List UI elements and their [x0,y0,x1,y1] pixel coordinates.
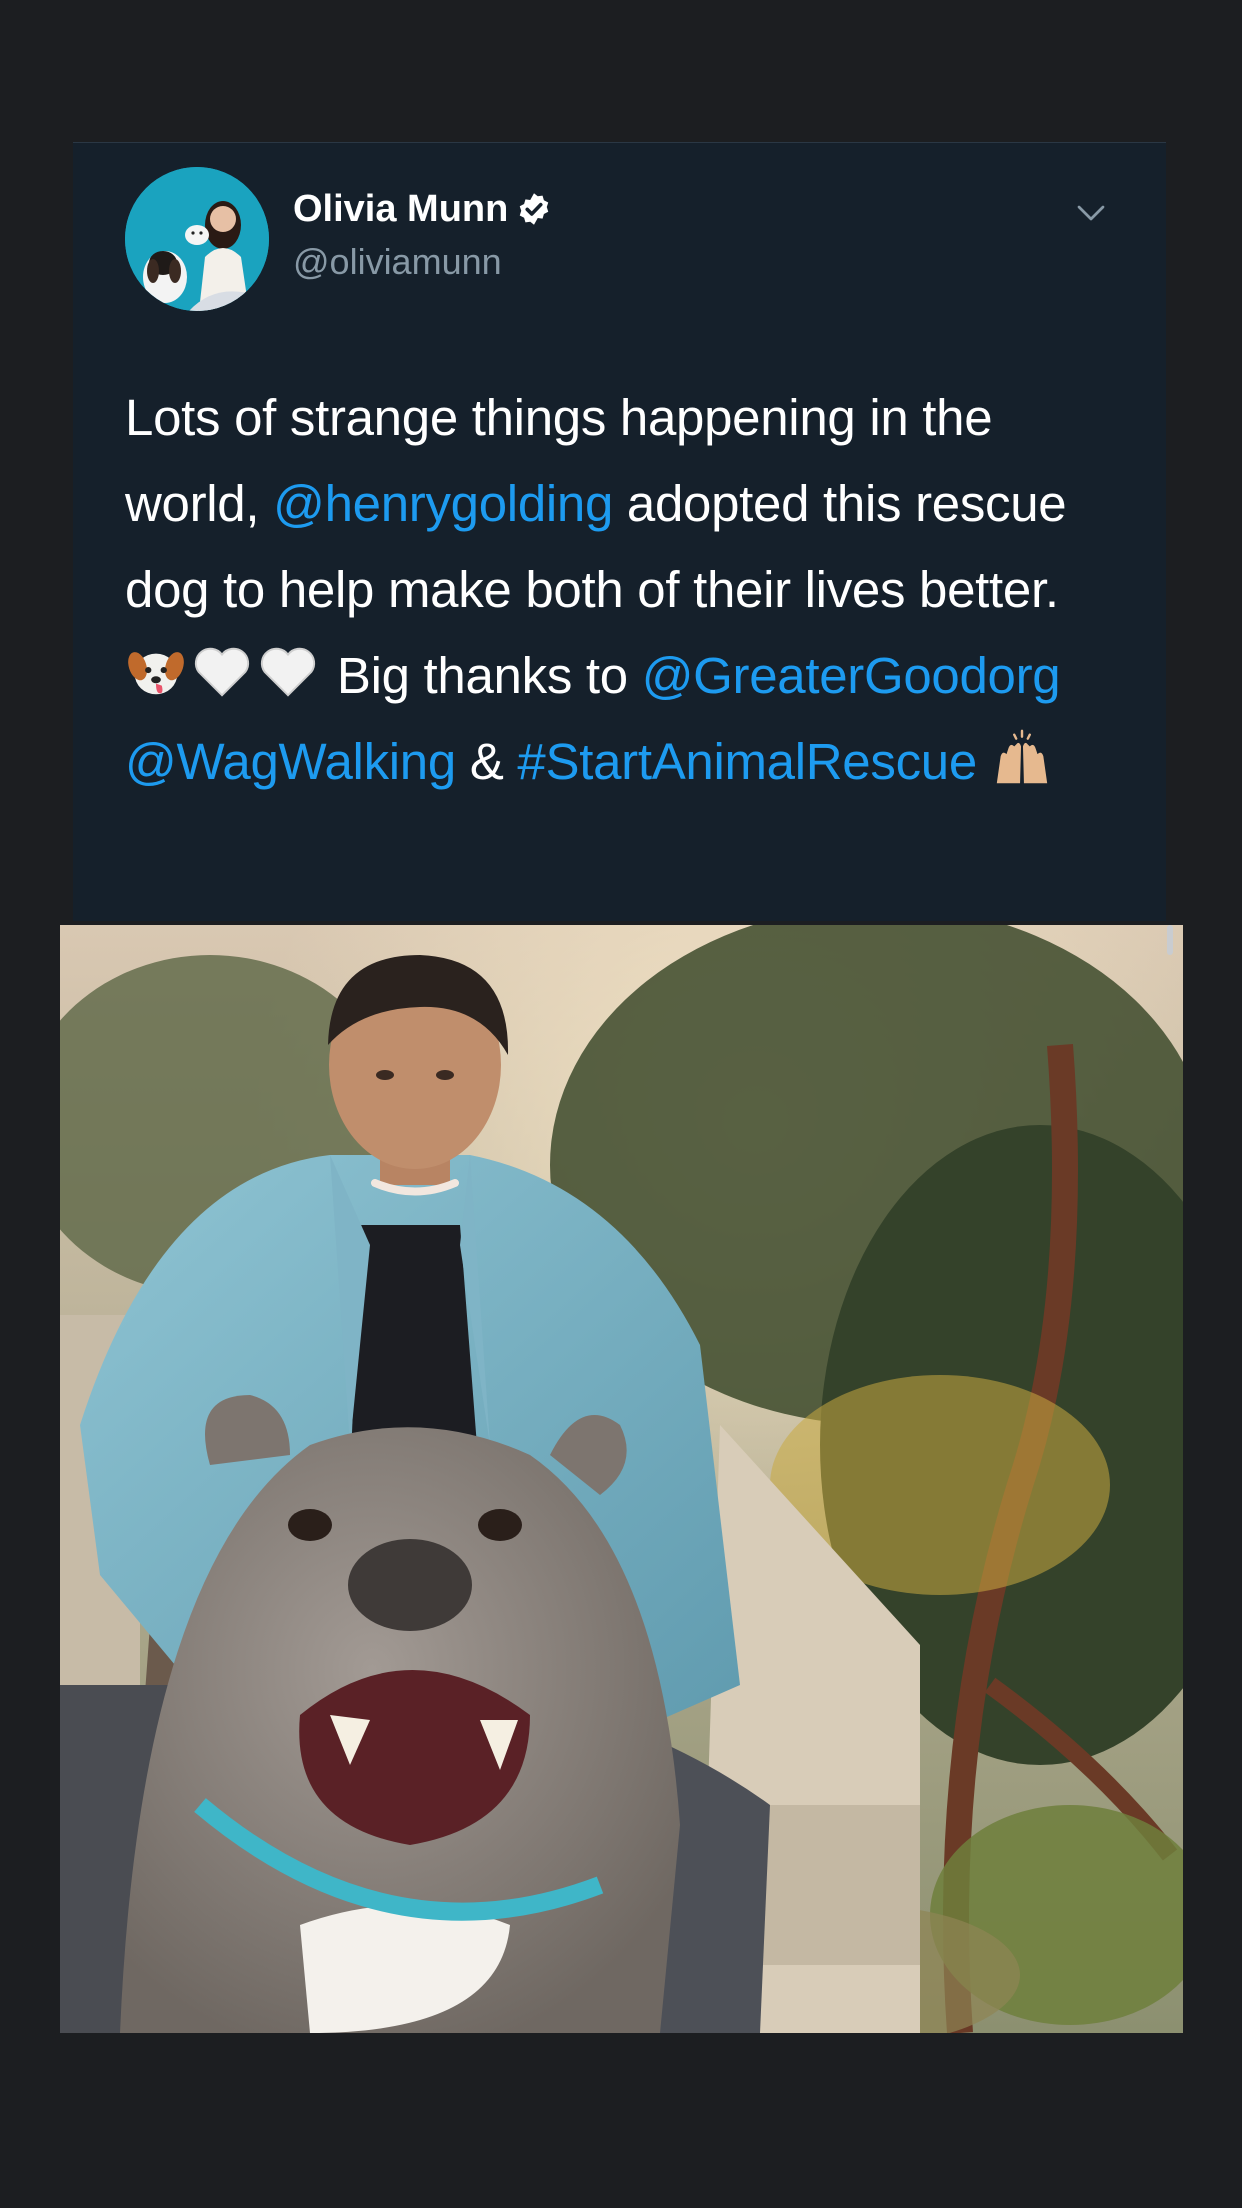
display-name-text[interactable]: Olivia Munn [293,187,508,231]
white-heart-emoji [257,641,319,703]
tweet-card[interactable]: Olivia Munn @oliviamunn Lots of strange … [73,142,1166,921]
scroll-indicator[interactable] [1167,925,1173,955]
verified-badge-icon [516,191,552,227]
mention-link-henrygolding[interactable]: @henrygolding [273,475,613,532]
mention-link-wagwalking[interactable]: @WagWalking [125,733,456,790]
tweet-photo[interactable] [60,925,1183,2033]
chevron-down-icon[interactable] [1073,195,1109,231]
raising-hands-emoji [991,727,1053,789]
tweet-text: Lots of strange things happening in the … [125,375,1135,805]
hashtag-link-startanimalrescue[interactable]: #StartAnimalRescue [517,733,977,790]
text-segment: & [469,733,504,790]
white-heart-emoji [191,641,253,703]
mention-link-greatergoodorg[interactable]: @GreaterGoodorg [642,647,1061,704]
author-display-name[interactable]: Olivia Munn [293,187,552,231]
text-segment: Big thanks to [336,647,642,704]
avatar[interactable] [125,167,269,311]
dog-face-emoji [125,641,187,703]
author-handle[interactable]: @oliviamunn [293,241,502,283]
